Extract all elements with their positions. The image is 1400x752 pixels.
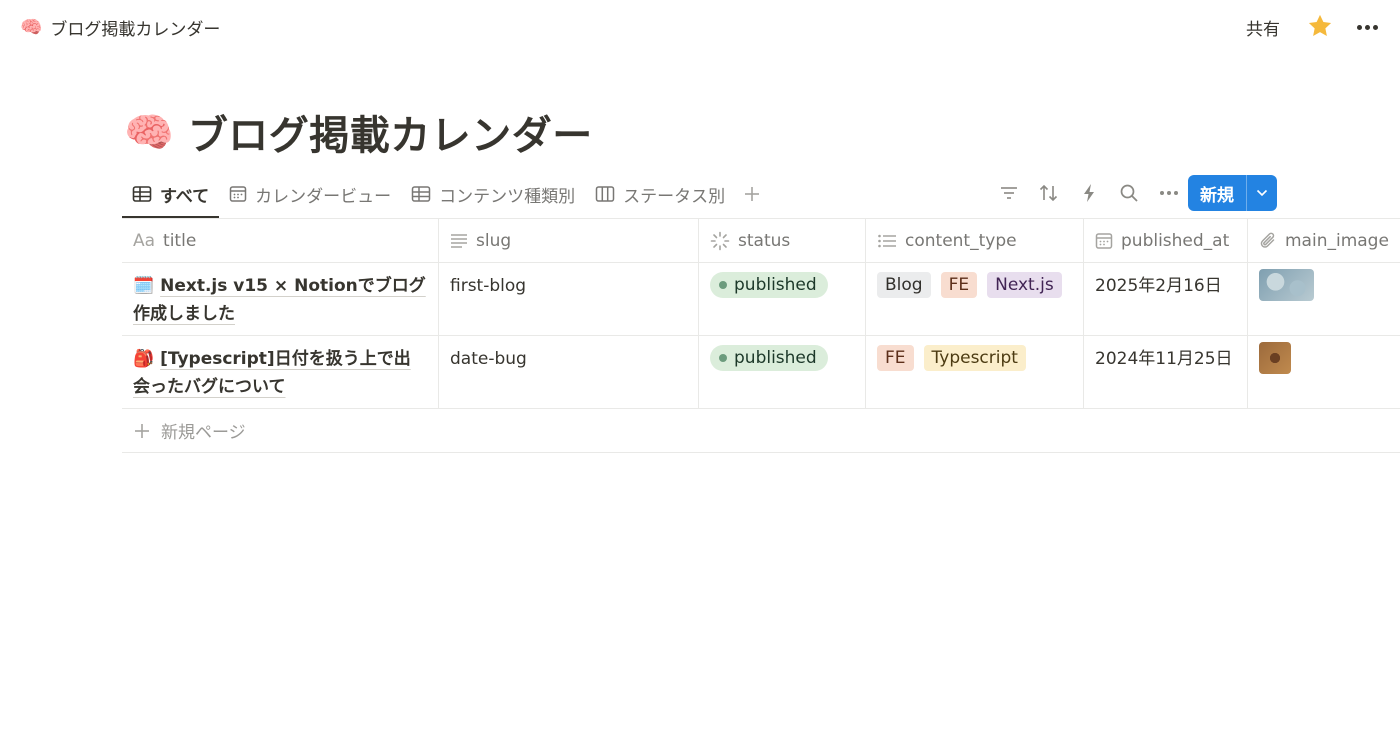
slug-cell[interactable]: first-blog <box>439 263 699 335</box>
multi-select-icon <box>878 234 896 247</box>
tag-badge: Next.js <box>987 272 1062 298</box>
text-title-icon: Aa <box>133 230 156 251</box>
breadcrumb[interactable]: 🧠 ブログ掲載カレンダー <box>20 14 220 40</box>
column-label: title <box>163 230 197 251</box>
tab-content-type[interactable]: コンテンツ種類別 <box>401 172 585 216</box>
brain-emoji-icon[interactable]: 🧠 <box>124 109 174 156</box>
table-row[interactable]: 🗓️ Next.js v15 × Notionでブログ作成しました first-… <box>122 263 1400 336</box>
column-header-slug[interactable]: slug <box>439 219 699 262</box>
paperclip-icon <box>1260 232 1275 248</box>
slug-value: date-bug <box>450 349 527 369</box>
slug-cell[interactable]: date-bug <box>439 336 699 408</box>
add-new-page-row[interactable]: 新規ページ <box>122 409 1400 453</box>
chevron-down-icon[interactable] <box>1246 175 1277 211</box>
content-type-cell[interactable]: Blog FE Next.js <box>866 263 1084 335</box>
filter-icon[interactable] <box>996 180 1022 206</box>
status-cell[interactable]: published <box>699 263 866 335</box>
main-image-cell[interactable] <box>1248 263 1400 335</box>
calendar-emoji-icon: 🗓️ <box>133 276 155 296</box>
date-value: 2024年11月25日 <box>1095 349 1233 369</box>
backpack-emoji-icon: 🎒 <box>133 349 155 369</box>
plus-icon <box>135 423 149 438</box>
database-table: Aa title slug status content_type publis… <box>122 219 1400 453</box>
image-thumbnail[interactable] <box>1259 342 1291 374</box>
status-cell[interactable]: published <box>699 336 866 408</box>
tag-badge: FE <box>877 345 914 371</box>
table-header: Aa title slug status content_type publis… <box>122 219 1400 263</box>
column-header-status[interactable]: status <box>699 219 866 262</box>
page-link-title[interactable]: [Typescript]日付を扱う上で出会ったバグについて <box>133 349 411 397</box>
tab-label: すべて <box>160 186 210 207</box>
star-icon[interactable] <box>1306 12 1334 40</box>
column-label: content_type <box>905 230 1017 251</box>
calendar-icon <box>1095 232 1113 249</box>
column-label: status <box>738 230 791 251</box>
new-button: 新規 <box>1188 175 1277 211</box>
view-tabs: すべて カレンダービュー コンテンツ種類別 ステータス別 <box>122 172 769 218</box>
calendar-icon <box>229 186 247 202</box>
column-label: published_at <box>1121 230 1230 251</box>
status-badge: published <box>710 345 828 371</box>
title-cell[interactable]: 🎒 [Typescript]日付を扱う上で出会ったバグについて <box>122 336 439 408</box>
database-toolbar <box>996 176 1182 210</box>
page-link-title[interactable]: Next.js v15 × Notionでブログ作成しました <box>133 276 426 324</box>
main-image-cell[interactable] <box>1248 336 1400 408</box>
column-header-title[interactable]: Aa title <box>122 219 439 262</box>
tab-all[interactable]: すべて <box>122 172 220 218</box>
table-row[interactable]: 🎒 [Typescript]日付を扱う上で出会ったバグについて date-bug… <box>122 336 1400 409</box>
status-label: published <box>734 348 817 368</box>
page-title-text[interactable]: ブログ掲載カレンダー <box>188 103 593 161</box>
plus-icon <box>745 187 760 201</box>
published-at-cell[interactable]: 2025年2月16日 <box>1084 263 1248 335</box>
brain-emoji-icon: 🧠 <box>20 16 43 38</box>
add-view-button[interactable] <box>735 172 769 216</box>
status-dot-icon <box>719 354 727 362</box>
column-label: main_image <box>1285 230 1389 251</box>
image-thumbnail[interactable] <box>1259 269 1314 301</box>
breadcrumb-title: ブログ掲載カレンダー <box>50 19 221 40</box>
top-bar: 🧠 ブログ掲載カレンダー 共有 <box>0 0 1400 54</box>
sort-icon[interactable] <box>1036 180 1062 206</box>
share-button[interactable]: 共有 <box>1246 15 1280 40</box>
status-dot-icon <box>719 281 727 289</box>
tag-badge: Blog <box>877 272 931 298</box>
tab-label: カレンダービュー <box>255 186 392 207</box>
column-header-content-type[interactable]: content_type <box>866 219 1084 262</box>
tab-label: ステータス別 <box>623 186 726 207</box>
content-type-cell[interactable]: FE Typescript <box>866 336 1084 408</box>
status-label: published <box>734 275 817 295</box>
tab-label: コンテンツ種類別 <box>439 186 576 207</box>
column-header-published-at[interactable]: published_at <box>1084 219 1248 262</box>
tab-status[interactable]: ステータス別 <box>585 172 735 216</box>
tag-badge: FE <box>940 272 978 298</box>
date-value: 2025年2月16日 <box>1095 276 1222 296</box>
new-button-label[interactable]: 新規 <box>1188 175 1246 211</box>
new-page-label: 新規ページ <box>161 423 246 443</box>
column-label: slug <box>476 230 512 251</box>
tag-badge: Typescript <box>923 345 1026 371</box>
more-horizontal-icon[interactable] <box>1156 180 1182 206</box>
more-horizontal-icon[interactable] <box>1352 14 1382 40</box>
table-icon <box>411 186 431 202</box>
table-icon <box>132 186 152 202</box>
board-icon <box>595 186 615 202</box>
status-badge: published <box>710 272 828 298</box>
title-cell[interactable]: 🗓️ Next.js v15 × Notionでブログ作成しました <box>122 263 439 335</box>
text-lines-icon <box>451 233 467 248</box>
status-icon <box>710 231 730 250</box>
slug-value: first-blog <box>450 276 527 296</box>
published-at-cell[interactable]: 2024年11月25日 <box>1084 336 1248 408</box>
column-header-main-image[interactable]: main_image <box>1248 219 1400 262</box>
search-icon[interactable] <box>1116 180 1142 206</box>
tab-calendar-view[interactable]: カレンダービュー <box>219 172 401 216</box>
page-title: 🧠 ブログ掲載カレンダー <box>124 104 593 160</box>
automation-icon[interactable] <box>1076 180 1102 206</box>
